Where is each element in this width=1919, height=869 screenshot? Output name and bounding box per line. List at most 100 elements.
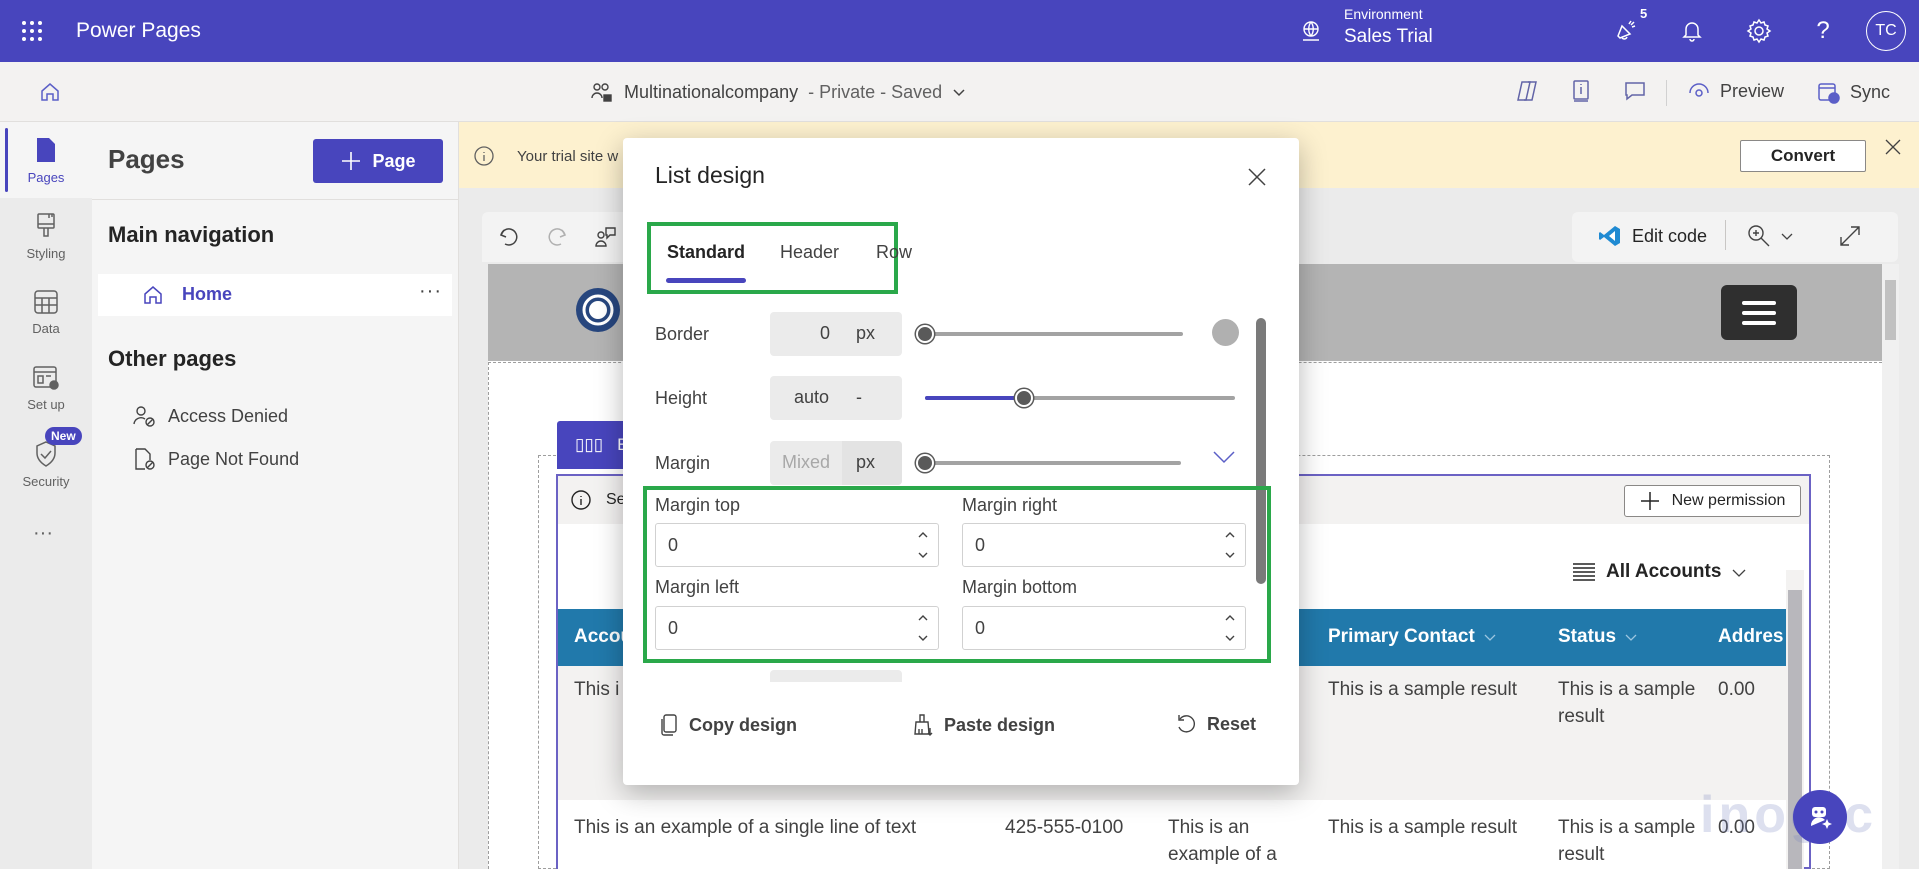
canvas-scrollbar[interactable] — [1882, 264, 1899, 869]
tab-header[interactable]: Header — [780, 242, 839, 263]
tab-row[interactable]: Row — [876, 242, 912, 263]
margin-expand-chevron-icon[interactable] — [1212, 450, 1236, 464]
margin-bottom-input[interactable]: 0 — [962, 606, 1246, 650]
spin-arrows-icon[interactable] — [916, 612, 930, 644]
add-page-button[interactable]: Page — [313, 139, 443, 183]
rail-item-pages[interactable]: Pages — [0, 122, 92, 198]
site-privacy-icon — [590, 80, 614, 104]
rail-item-setup[interactable]: Set up — [0, 350, 92, 426]
sync-button[interactable]: Sync — [1816, 80, 1890, 104]
margin-slider-knob[interactable] — [916, 454, 934, 472]
height-slider-knob[interactable] — [1015, 389, 1034, 407]
height-input[interactable]: auto - — [770, 376, 902, 420]
reset-button[interactable]: Reset — [1175, 713, 1256, 735]
hamburger-menu-icon[interactable] — [1721, 285, 1797, 340]
dialog-title: List design — [655, 162, 765, 188]
height-slider-fill — [925, 396, 1025, 400]
cell-name: This i — [574, 679, 620, 700]
chevron-down-icon — [1624, 630, 1638, 644]
user-avatar[interactable]: TC — [1866, 11, 1906, 51]
document-blocked-icon — [132, 447, 156, 471]
border-input[interactable]: 0 px — [770, 312, 902, 356]
table-row[interactable]: This is an example of a single line of t… — [558, 800, 1786, 869]
paste-design-button[interactable]: Paste design — [912, 713, 1055, 737]
gear-icon[interactable] — [1743, 15, 1775, 47]
view-selector[interactable]: All Accounts — [1572, 561, 1747, 583]
more-options-icon[interactable]: ··· — [419, 280, 442, 303]
zoom-dropdown[interactable] — [1746, 223, 1794, 249]
command-bar: Multinationalcompany - Private - Saved P… — [0, 62, 1919, 122]
margin-left-input[interactable]: 0 — [655, 606, 939, 650]
margin-input[interactable]: Mixed px — [770, 441, 902, 485]
page-item-access-denied[interactable]: Access Denied — [132, 404, 288, 428]
rail-item-data[interactable]: Data — [0, 274, 92, 350]
site-info-icon[interactable] — [1570, 78, 1592, 104]
spin-arrows-icon[interactable] — [1223, 612, 1237, 644]
more-icon[interactable]: ··· — [33, 522, 53, 545]
margin-slider[interactable] — [925, 461, 1181, 465]
site-status: - Private - Saved — [808, 81, 943, 102]
margin-bottom-label: Margin bottom — [962, 577, 1078, 597]
vscode-icon — [1598, 224, 1622, 248]
preview-button[interactable]: Preview — [1688, 80, 1784, 102]
list-design-dialog: List design Standard Header Row Border 0… — [623, 138, 1299, 785]
rail-item-styling[interactable]: Styling — [0, 198, 92, 274]
active-tab-indicator — [666, 278, 746, 283]
site-selector[interactable]: Multinationalcompany - Private - Saved — [590, 80, 966, 104]
margin-right-label: Margin right — [962, 495, 1058, 515]
paintbrush-icon — [35, 212, 57, 240]
redo-icon[interactable] — [546, 226, 568, 248]
page-icon — [34, 136, 58, 164]
expand-icon[interactable] — [1838, 224, 1862, 248]
comments-icon[interactable] — [594, 226, 618, 248]
tab-standard[interactable]: Standard — [667, 242, 745, 263]
border-label: Border — [655, 324, 710, 344]
copilot-chat-button[interactable] — [1793, 790, 1847, 844]
border-slider-knob[interactable] — [916, 325, 934, 343]
table-icon — [33, 289, 59, 315]
margin-right-input[interactable]: 0 — [962, 523, 1246, 567]
chevron-down-icon — [1483, 630, 1497, 644]
announcements-icon[interactable] — [1610, 15, 1642, 47]
globe-icon — [1300, 20, 1322, 42]
undo-icon[interactable] — [498, 226, 520, 248]
spin-arrows-icon[interactable] — [1223, 529, 1237, 561]
cell-address: 0.00 — [1718, 679, 1755, 700]
page-item-home[interactable]: Home ··· — [98, 274, 452, 316]
new-badge: New — [45, 427, 82, 445]
new-permission-button[interactable]: New permission — [1624, 485, 1801, 517]
comment-icon[interactable] — [1622, 78, 1648, 104]
site-name: Multinationalcompany — [624, 81, 799, 102]
close-banner-icon[interactable] — [1884, 138, 1902, 156]
column-header[interactable]: Addres — [1718, 626, 1783, 648]
cell-phone: 425-555-0100 — [1005, 817, 1124, 838]
column-header[interactable]: Primary Contact — [1328, 626, 1497, 648]
spin-arrows-icon[interactable] — [916, 529, 930, 561]
app-title: Power Pages — [76, 19, 201, 42]
plus-icon — [340, 150, 362, 172]
copilot-icon[interactable] — [1514, 78, 1540, 104]
margin-top-input[interactable]: 0 — [655, 523, 939, 567]
home-icon[interactable] — [38, 80, 62, 104]
environment-name: Sales Trial — [1344, 26, 1433, 47]
page-item-page-not-found[interactable]: Page Not Found — [132, 447, 299, 471]
cell-status: This is a sample result — [1558, 679, 1696, 727]
app-launcher-icon[interactable] — [20, 19, 44, 43]
pages-pane: Pages Page Main navigation Home ··· Othe… — [92, 122, 459, 869]
close-dialog-icon[interactable] — [1246, 166, 1268, 188]
bell-icon[interactable] — [1676, 15, 1708, 47]
border-color-swatch[interactable] — [1212, 319, 1239, 346]
edit-code-button[interactable]: Edit code — [1598, 224, 1707, 248]
help-icon[interactable]: ? — [1807, 15, 1839, 47]
border-slider[interactable] — [925, 332, 1183, 336]
height-label: Height — [655, 388, 708, 408]
left-rail: Pages Styling Data Set up Security New ·… — [0, 122, 92, 869]
list-view-icon — [1572, 561, 1596, 583]
copy-icon — [659, 713, 679, 737]
notification-count: 5 — [1640, 6, 1648, 21]
site-logo — [575, 287, 621, 333]
column-header[interactable]: Status — [1558, 626, 1638, 648]
convert-button[interactable]: Convert — [1740, 140, 1866, 172]
copy-design-button[interactable]: Copy design — [659, 713, 797, 737]
watermark: inogic — [1700, 786, 1878, 844]
